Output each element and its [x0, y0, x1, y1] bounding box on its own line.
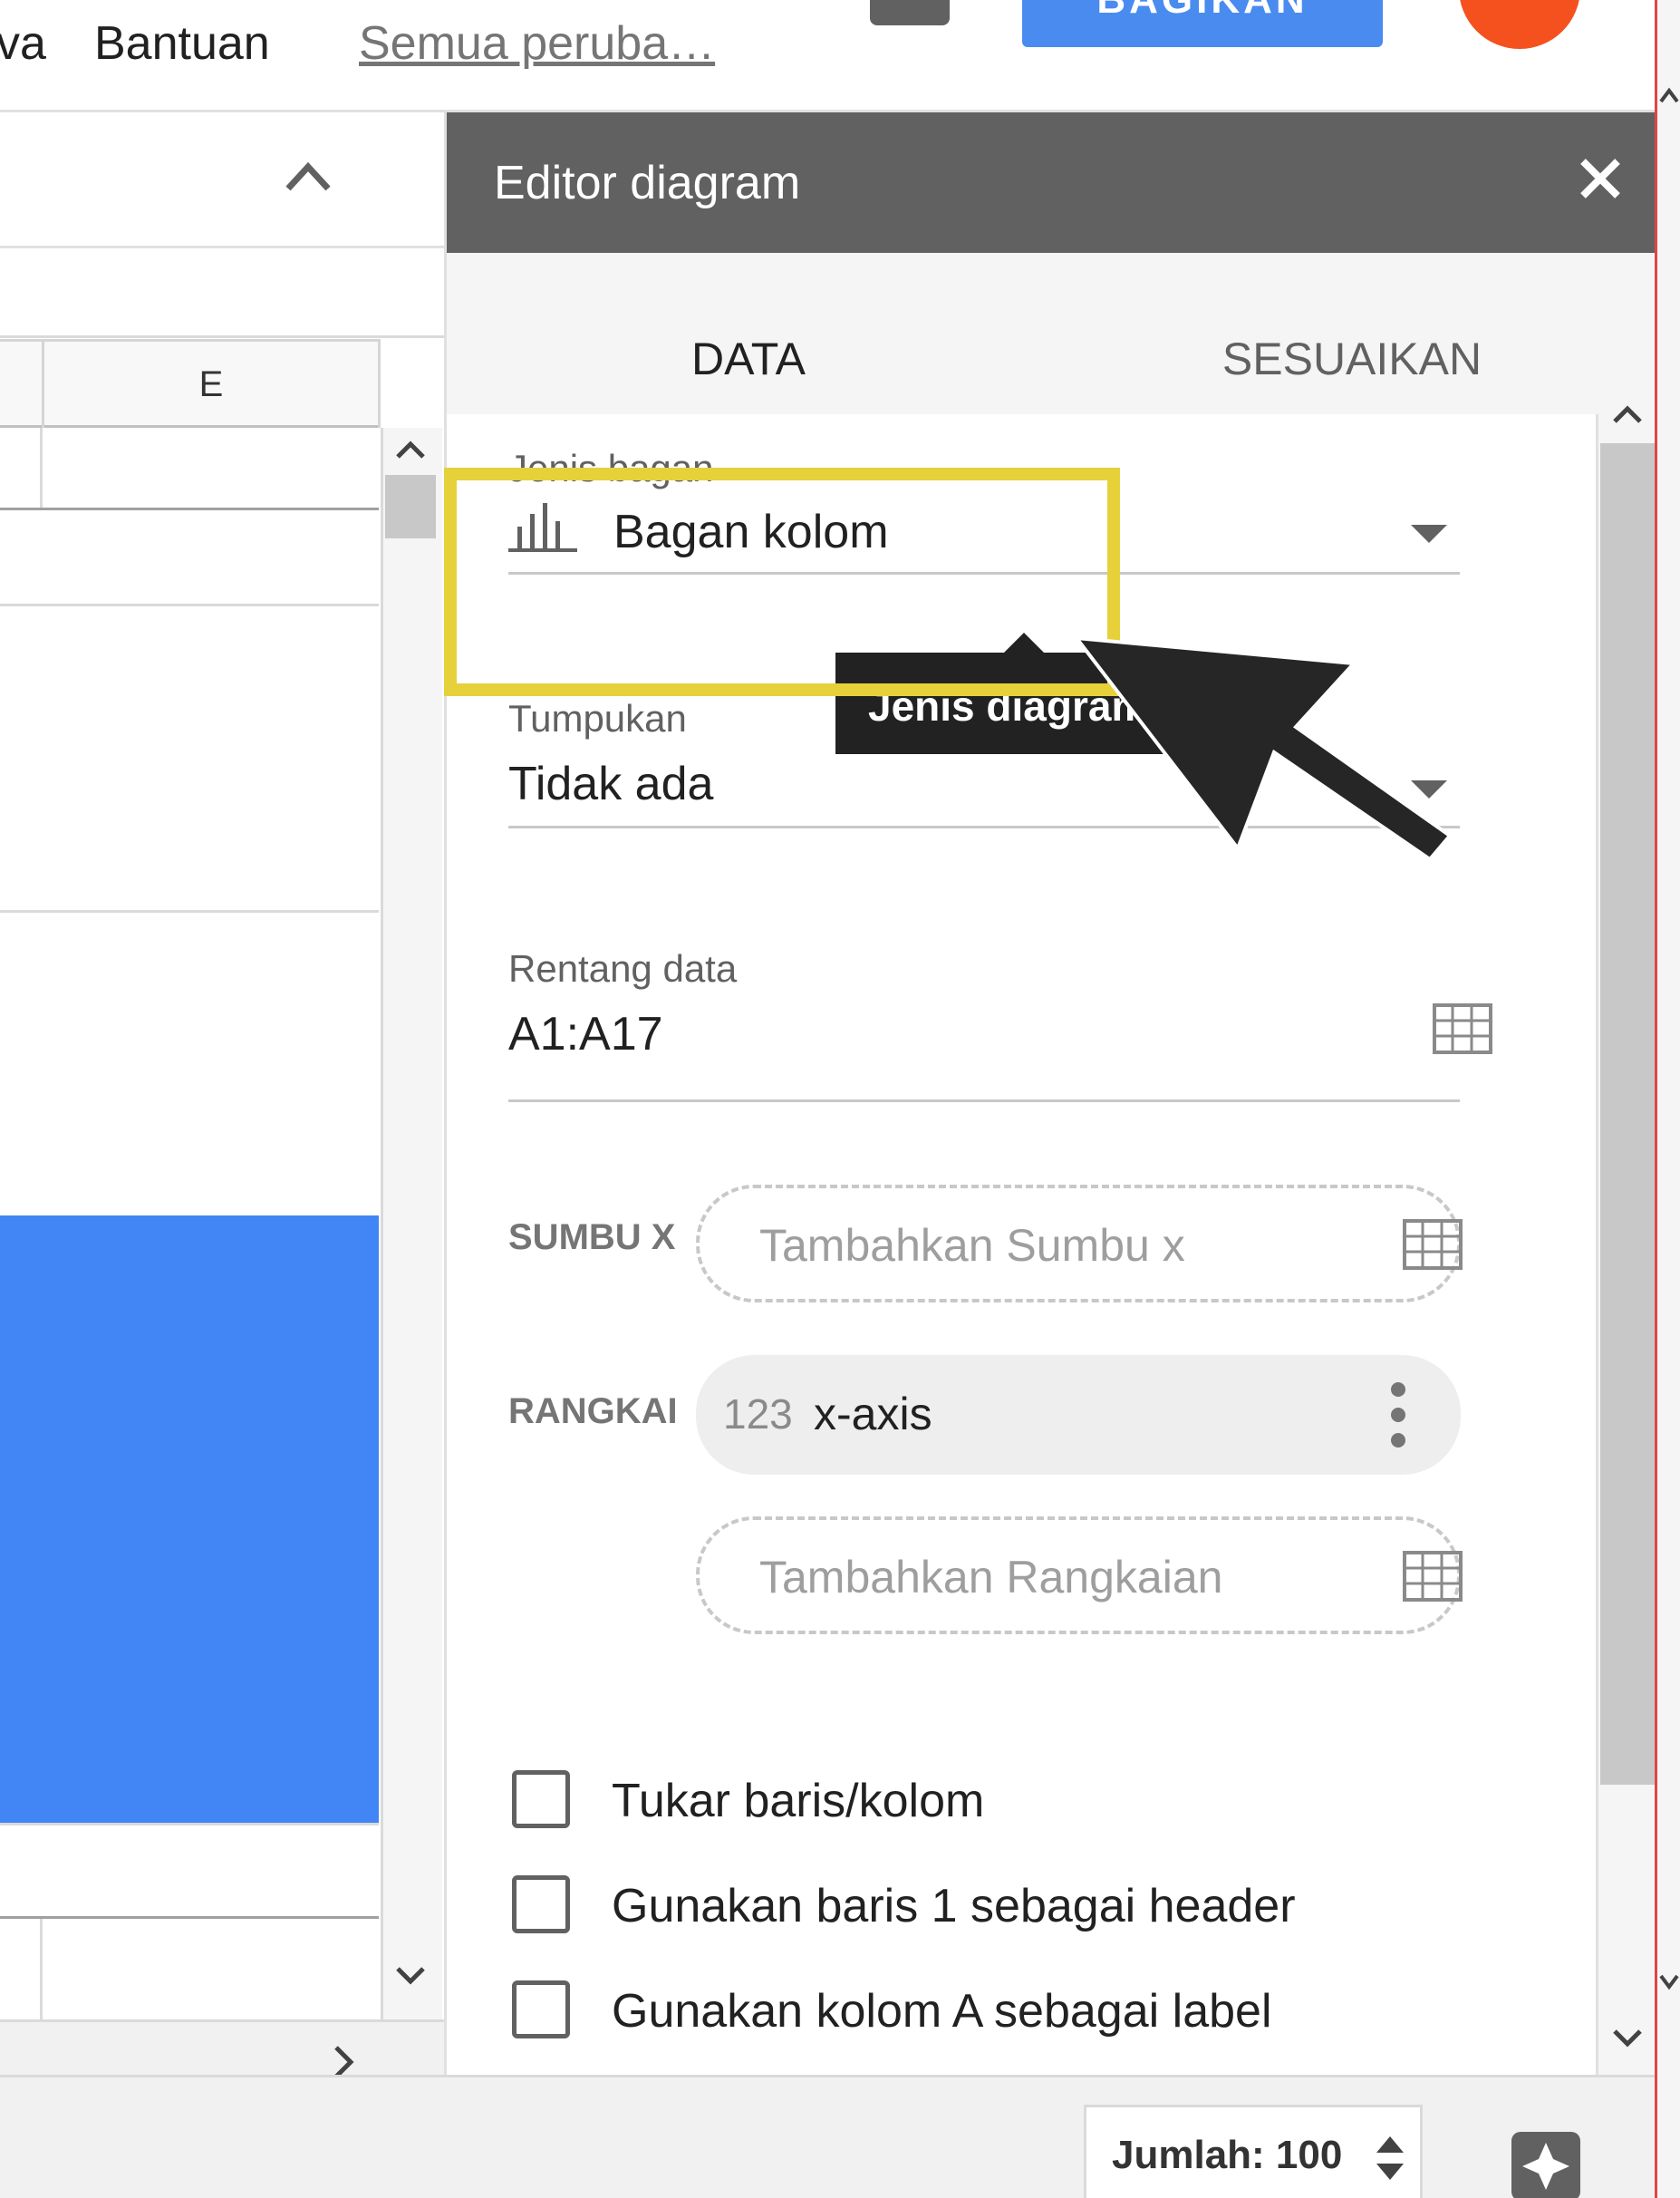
grid-divider [0, 910, 379, 913]
add-x-axis-placeholder: Tambahkan Sumbu x [759, 1220, 1185, 1271]
scroll-up-icon [1659, 87, 1679, 103]
scroll-down-icon[interactable] [394, 1965, 427, 1987]
close-icon[interactable] [1569, 147, 1632, 210]
row1-header-option[interactable]: Gunakan baris 1 sebagai header [512, 1870, 1418, 1942]
field-underline [508, 1099, 1460, 1102]
chart-editor-header: Editor diagram [447, 112, 1657, 253]
tab-customize-label: SESUAIKAN [1221, 334, 1482, 384]
row1-header-checkbox[interactable] [512, 1875, 570, 1933]
chart-editor-title: Editor diagram [494, 157, 801, 209]
series-chip[interactable]: 123 x-axis [696, 1355, 1461, 1475]
spreadsheet-grid: E [0, 112, 444, 2119]
series-label: RANGKAI [508, 1391, 678, 1431]
save-status-link[interactable]: Semua peruba… [359, 16, 715, 71]
comments-icon[interactable] [870, 0, 950, 25]
scrollbar-thumb[interactable] [385, 475, 436, 538]
grid-select-icon[interactable] [1403, 1551, 1463, 1602]
scroll-down-icon [1659, 1974, 1679, 1990]
x-axis-label: SUMBU X [508, 1217, 676, 1257]
editor-scrollbar[interactable] [1596, 405, 1657, 2075]
menu-bar: va Bantuan Semua peruba… BAGIKAN [0, 0, 1655, 112]
sum-indicator[interactable]: Jumlah: 100 [1084, 2105, 1423, 2198]
tutorial-highlight-box [444, 468, 1120, 696]
scroll-up-icon[interactable] [394, 439, 427, 460]
chevron-up-icon[interactable] [283, 158, 333, 194]
swap-rows-columns-option[interactable]: Tukar baris/kolom [512, 1765, 1418, 1837]
more-vert-icon[interactable] [1385, 1380, 1412, 1449]
grid-divider [0, 335, 444, 338]
swap-rows-columns-checkbox[interactable] [512, 1770, 570, 1828]
columnA-labels-option[interactable]: Gunakan kolom A sebagai label [512, 1975, 1418, 2048]
sheet-vertical-scrollbar[interactable] [381, 428, 442, 2119]
data-range-field[interactable]: A1:A17 [508, 994, 1492, 1078]
grid-divider [0, 604, 379, 606]
add-series-field[interactable]: Tambahkan Rangkaian [696, 1516, 1463, 1634]
grid-select-icon[interactable] [1433, 1003, 1492, 1054]
scroll-down-icon[interactable] [1611, 2028, 1644, 2049]
swap-rows-columns-label: Tukar baris/kolom [612, 1775, 985, 1827]
chart-selection-block[interactable] [0, 1215, 379, 1823]
column-header-row: E [0, 339, 381, 428]
tutorial-arrow-icon [1069, 625, 1468, 888]
add-x-axis-field[interactable]: Tambahkan Sumbu x [696, 1185, 1463, 1302]
column-header-e[interactable]: E [42, 342, 381, 428]
grid-select-icon[interactable] [1403, 1219, 1463, 1270]
menu-item-help[interactable]: Bantuan [94, 16, 270, 71]
chart-editor-panel: Editor diagram DATA SESUAIKAN Jenis baga… [444, 112, 1657, 2075]
row1-header-label: Gunakan baris 1 sebagai header [612, 1880, 1296, 1932]
scroll-up-icon[interactable] [1611, 403, 1644, 425]
status-bar: Jumlah: 100 [0, 2075, 1655, 2198]
menu-item-partial[interactable]: va [0, 16, 46, 71]
stacking-label: Tumpukan [508, 697, 687, 740]
grid-divider [40, 1919, 43, 2019]
grid-divider [40, 428, 43, 508]
window-edge [1655, 0, 1680, 2198]
columnA-labels-checkbox[interactable] [512, 1980, 570, 2038]
number-type-badge: 123 [723, 1390, 793, 1438]
grid-divider [0, 1916, 379, 1919]
avatar[interactable] [1459, 0, 1580, 49]
sort-arrows-icon [1375, 2135, 1405, 2182]
grid-divider [0, 508, 379, 510]
stacking-value: Tidak ada [508, 758, 714, 810]
toolbar-collapse-row [0, 112, 444, 248]
data-range-value: A1:A17 [508, 1008, 663, 1060]
data-range-label: Rentang data [508, 947, 738, 990]
share-button[interactable]: BAGIKAN [1022, 0, 1383, 47]
scrollbar-thumb[interactable] [1600, 443, 1656, 1785]
tab-data-label: DATA [691, 334, 806, 384]
series-item-name: x-axis [814, 1389, 932, 1439]
explore-icon[interactable] [1511, 2132, 1580, 2198]
share-button-label: BAGIKAN [1022, 0, 1383, 27]
dropdown-arrow-icon [1411, 525, 1447, 543]
sum-text: Jumlah: 100 [1112, 2133, 1343, 2177]
columnA-labels-label: Gunakan kolom A sebagai label [612, 1985, 1272, 2038]
add-series-placeholder: Tambahkan Rangkaian [759, 1552, 1223, 1603]
grid-divider [0, 1823, 379, 1825]
